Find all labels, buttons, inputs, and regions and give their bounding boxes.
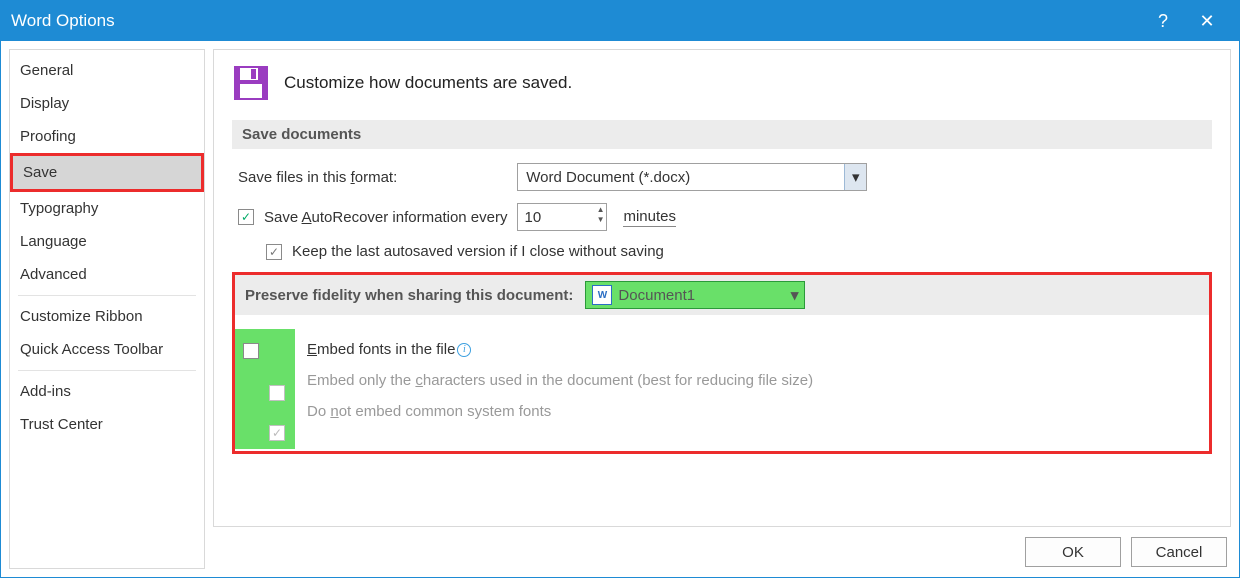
- save-panel: Customize how documents are saved. Save …: [213, 49, 1231, 527]
- save-format-value: Word Document (*.docx): [526, 169, 690, 186]
- row-keep-last-autosaved: ✓ Keep the last autosaved version if I c…: [232, 243, 1212, 260]
- titlebar: Word Options ? ✕: [1, 1, 1239, 41]
- sidebar-item-proofing[interactable]: Proofing: [10, 120, 204, 153]
- info-icon[interactable]: i: [457, 343, 471, 357]
- sidebar-item-save[interactable]: Save: [10, 153, 204, 192]
- save-format-select[interactable]: Word Document (*.docx) ▾: [517, 163, 867, 191]
- sidebar-divider: [18, 370, 196, 371]
- row-autorecover: ✓ Save AutoRecover information every 10 …: [232, 203, 1212, 231]
- close-button[interactable]: ✕: [1185, 1, 1229, 41]
- content-wrap: Customize how documents are saved. Save …: [213, 49, 1231, 569]
- panel-header-text: Customize how documents are saved.: [284, 73, 572, 93]
- word-doc-icon: W: [592, 285, 612, 305]
- section-preserve-fidelity: Preserve fidelity when sharing this docu…: [235, 275, 1209, 315]
- row-embed-fonts: Embed fonts in the file i: [301, 341, 1209, 358]
- row-save-format: Save files in this format: Word Document…: [232, 163, 1212, 191]
- sidebar-item-quick-access-toolbar[interactable]: Quick Access Toolbar: [10, 333, 204, 366]
- sidebar-item-general[interactable]: General: [10, 54, 204, 87]
- embed-fonts-label: Embed fonts in the file: [307, 341, 455, 358]
- row-embed-only-used: Embed only the characters used in the do…: [301, 372, 1209, 389]
- panel-header: Customize how documents are saved.: [232, 64, 1212, 102]
- autorecover-checkbox[interactable]: ✓: [238, 209, 254, 225]
- save-format-label: Save files in this format:: [238, 169, 397, 186]
- do-not-embed-common-checkbox: ✓: [269, 425, 285, 441]
- dialog-footer: OK Cancel: [213, 527, 1231, 569]
- embed-only-used-label: Embed only the characters used in the do…: [307, 372, 813, 389]
- chevron-down-icon: ▾: [844, 164, 866, 190]
- minutes-label: minutes: [623, 208, 676, 227]
- sidebar-item-advanced[interactable]: Advanced: [10, 258, 204, 291]
- word-options-dialog: Word Options ? ✕ General Display Proofin…: [0, 0, 1240, 578]
- preserve-fidelity-document-select[interactable]: W Document1 ▾: [585, 281, 805, 309]
- preserve-fidelity-title: Preserve fidelity when sharing this docu…: [245, 287, 573, 304]
- embed-fonts-checkbox[interactable]: [243, 343, 259, 359]
- embed-checkbox-highlight: ✓: [235, 329, 295, 449]
- keep-last-autosaved-label: Keep the last autosaved version if I clo…: [292, 243, 664, 260]
- autorecover-minutes-spinner[interactable]: 10 ▲▼: [517, 203, 607, 231]
- help-button[interactable]: ?: [1141, 1, 1185, 41]
- autorecover-label: Save AutoRecover information every: [264, 209, 507, 226]
- sidebar-item-trust-center[interactable]: Trust Center: [10, 408, 204, 441]
- row-do-not-embed-common: Do not embed common system fonts: [301, 403, 1209, 420]
- chevron-down-icon: ▾: [791, 286, 799, 304]
- sidebar-item-language[interactable]: Language: [10, 225, 204, 258]
- section-save-documents: Save documents: [232, 120, 1212, 149]
- autorecover-minutes-value: 10: [524, 209, 600, 226]
- sidebar-item-customize-ribbon[interactable]: Customize Ribbon: [10, 300, 204, 333]
- sidebar-item-typography[interactable]: Typography: [10, 192, 204, 225]
- do-not-embed-common-label: Do not embed common system fonts: [307, 403, 551, 420]
- dialog-body: General Display Proofing Save Typography…: [1, 41, 1239, 577]
- ok-button[interactable]: OK: [1025, 537, 1121, 567]
- embed-only-used-checkbox: [269, 385, 285, 401]
- category-sidebar: General Display Proofing Save Typography…: [9, 49, 205, 569]
- sidebar-item-display[interactable]: Display: [10, 87, 204, 120]
- sidebar-item-add-ins[interactable]: Add-ins: [10, 375, 204, 408]
- sidebar-divider: [18, 295, 196, 296]
- preserve-fidelity-document-value: Document1: [618, 287, 695, 304]
- save-disk-icon: [232, 64, 270, 102]
- preserve-fidelity-section: Preserve fidelity when sharing this docu…: [232, 272, 1212, 454]
- spinner-arrows-icon: ▲▼: [597, 205, 605, 225]
- cancel-button[interactable]: Cancel: [1131, 537, 1227, 567]
- window-title: Word Options: [11, 11, 1141, 31]
- keep-last-autosaved-checkbox[interactable]: ✓: [266, 244, 282, 260]
